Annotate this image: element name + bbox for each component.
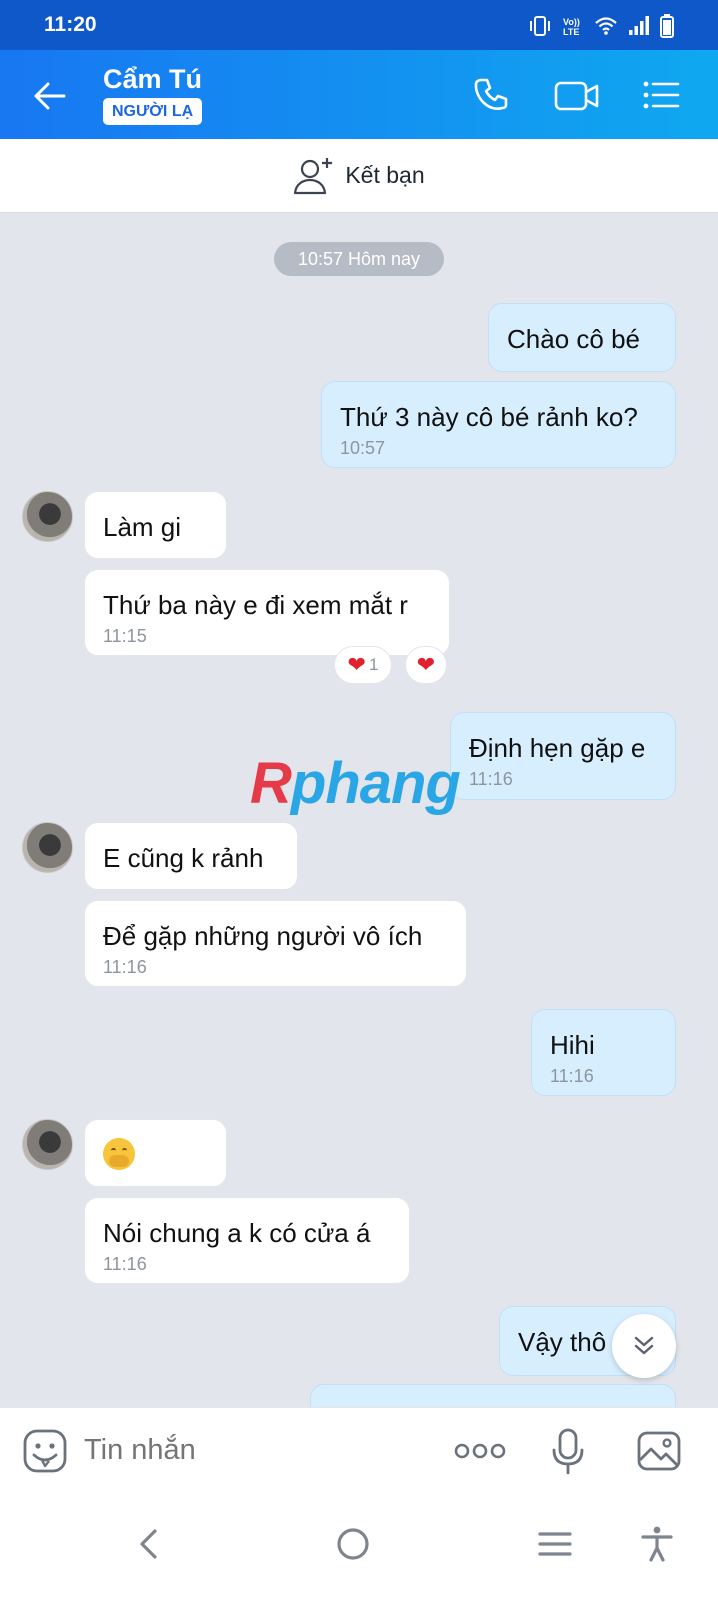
scroll-down-icon xyxy=(634,1336,654,1355)
add-reaction-button[interactable]: ❤ xyxy=(405,646,447,684)
message-text: Chào cô bé xyxy=(507,324,640,354)
message-time: 10:57 xyxy=(340,438,386,458)
date-separator: 10:57 Hôm nay xyxy=(274,242,444,276)
message-time: 11:16 xyxy=(469,769,513,789)
message-text: Nói chung a k có cửa á xyxy=(103,1218,371,1248)
message-time: 11:15 xyxy=(103,626,147,646)
nav-recents-icon xyxy=(538,1532,572,1556)
heart-icon: ❤ xyxy=(347,652,366,677)
nav-home-button[interactable] xyxy=(328,1519,378,1569)
message-text: Để gặp những người vô ích xyxy=(103,921,423,951)
image-icon xyxy=(637,1431,681,1471)
video-call-icon xyxy=(554,81,599,111)
message-text: Hihi xyxy=(550,1030,595,1060)
reaction-count[interactable]: ❤ 1 xyxy=(334,646,392,684)
chat-header: Cẩm Tú NGƯỜI LẠ xyxy=(0,50,718,139)
avatar[interactable] xyxy=(22,822,73,873)
menu-button[interactable] xyxy=(640,75,680,115)
message-bubble[interactable]: Chào cô bé xyxy=(488,303,676,372)
message-input[interactable] xyxy=(84,1434,424,1467)
status-icons: Vo)) LTE xyxy=(528,14,674,38)
message-bubble[interactable]: Để gặp những người vô ích 11:16 xyxy=(84,900,467,987)
message-bubble[interactable] xyxy=(84,1119,227,1187)
message-bubble[interactable]: Thứ 3 này cô bé rảnh ko? 10:57 xyxy=(321,381,676,468)
menu-list-icon xyxy=(643,81,680,109)
status-bar: 11:20 Vo)) LTE xyxy=(0,0,718,50)
phone-icon xyxy=(474,78,508,110)
avatar[interactable] xyxy=(22,1119,73,1170)
message-composer xyxy=(0,1407,718,1493)
svg-text:LTE: LTE xyxy=(563,27,579,37)
add-friend-icon xyxy=(294,157,333,194)
avatar[interactable] xyxy=(22,491,73,542)
message-text: Làm gi xyxy=(103,512,182,542)
message-bubble[interactable]: Định hẹn gặp e 11:16 xyxy=(450,712,676,800)
stranger-badge: NGƯỜI LẠ xyxy=(103,98,203,125)
scroll-down-button[interactable] xyxy=(612,1314,676,1378)
status-time: 11:20 xyxy=(44,13,97,36)
hand-over-mouth-emoji xyxy=(103,1138,135,1171)
message-text: E cũng k rảnh xyxy=(103,843,264,873)
heart-icon: ❤ xyxy=(416,652,436,677)
call-button[interactable] xyxy=(472,75,512,115)
more-options-button[interactable] xyxy=(454,1434,506,1468)
microphone-icon xyxy=(552,1428,584,1475)
reaction-count-value: 1 xyxy=(368,655,379,674)
system-navigation-bar xyxy=(0,1493,718,1600)
contact-name[interactable]: Cẩm Tú xyxy=(103,64,202,95)
message-time: 11:16 xyxy=(103,957,147,977)
accessibility-icon xyxy=(641,1526,673,1562)
message-bubble[interactable]: Làm gi xyxy=(84,491,227,559)
sticker-button[interactable] xyxy=(22,1428,68,1474)
back-button[interactable] xyxy=(30,76,70,116)
add-friend-label: Kết bạn xyxy=(345,162,425,188)
svg-text:Vo)): Vo)) xyxy=(563,17,580,27)
more-options-icon xyxy=(454,1443,506,1459)
nav-home-icon xyxy=(337,1528,369,1560)
image-button[interactable] xyxy=(636,1428,682,1474)
nav-recents-button[interactable] xyxy=(530,1519,580,1569)
message-bubble[interactable]: Thứ ba này e đi xem mắt r 11:15 xyxy=(84,569,450,656)
nav-back-button[interactable] xyxy=(124,1519,174,1569)
message-time: 11:16 xyxy=(103,1254,147,1274)
add-friend-button[interactable]: Kết bạn xyxy=(0,139,718,213)
volte-icon: Vo))LTE xyxy=(563,17,580,37)
nav-back-icon xyxy=(140,1529,157,1559)
wifi-icon xyxy=(595,17,617,35)
signal-icon xyxy=(629,16,649,35)
emoji-hand xyxy=(109,1155,129,1168)
watermark-letter: R xyxy=(250,751,292,816)
message-text: Định hẹn gặp e xyxy=(469,733,646,763)
back-arrow-icon xyxy=(34,82,66,110)
video-call-button[interactable] xyxy=(554,75,600,115)
accessibility-button[interactable] xyxy=(632,1519,682,1569)
message-text: Thứ ba này e đi xem mắt r xyxy=(103,590,408,620)
watermark-logo: Rphang xyxy=(250,750,461,817)
sticker-icon xyxy=(23,1429,67,1473)
message-time: 11:16 xyxy=(550,1066,594,1086)
voice-button[interactable] xyxy=(550,1428,586,1476)
watermark-text: phang xyxy=(290,751,461,816)
vibrate-icon xyxy=(530,16,550,36)
message-bubble[interactable]: Hihi 11:16 xyxy=(531,1009,676,1096)
message-bubble[interactable]: Nói chung a k có cửa á 11:16 xyxy=(84,1197,410,1284)
message-text: Thứ 3 này cô bé rảnh ko? xyxy=(340,402,638,432)
battery-icon xyxy=(660,14,674,38)
message-bubble[interactable]: E cũng k rảnh xyxy=(84,822,298,890)
